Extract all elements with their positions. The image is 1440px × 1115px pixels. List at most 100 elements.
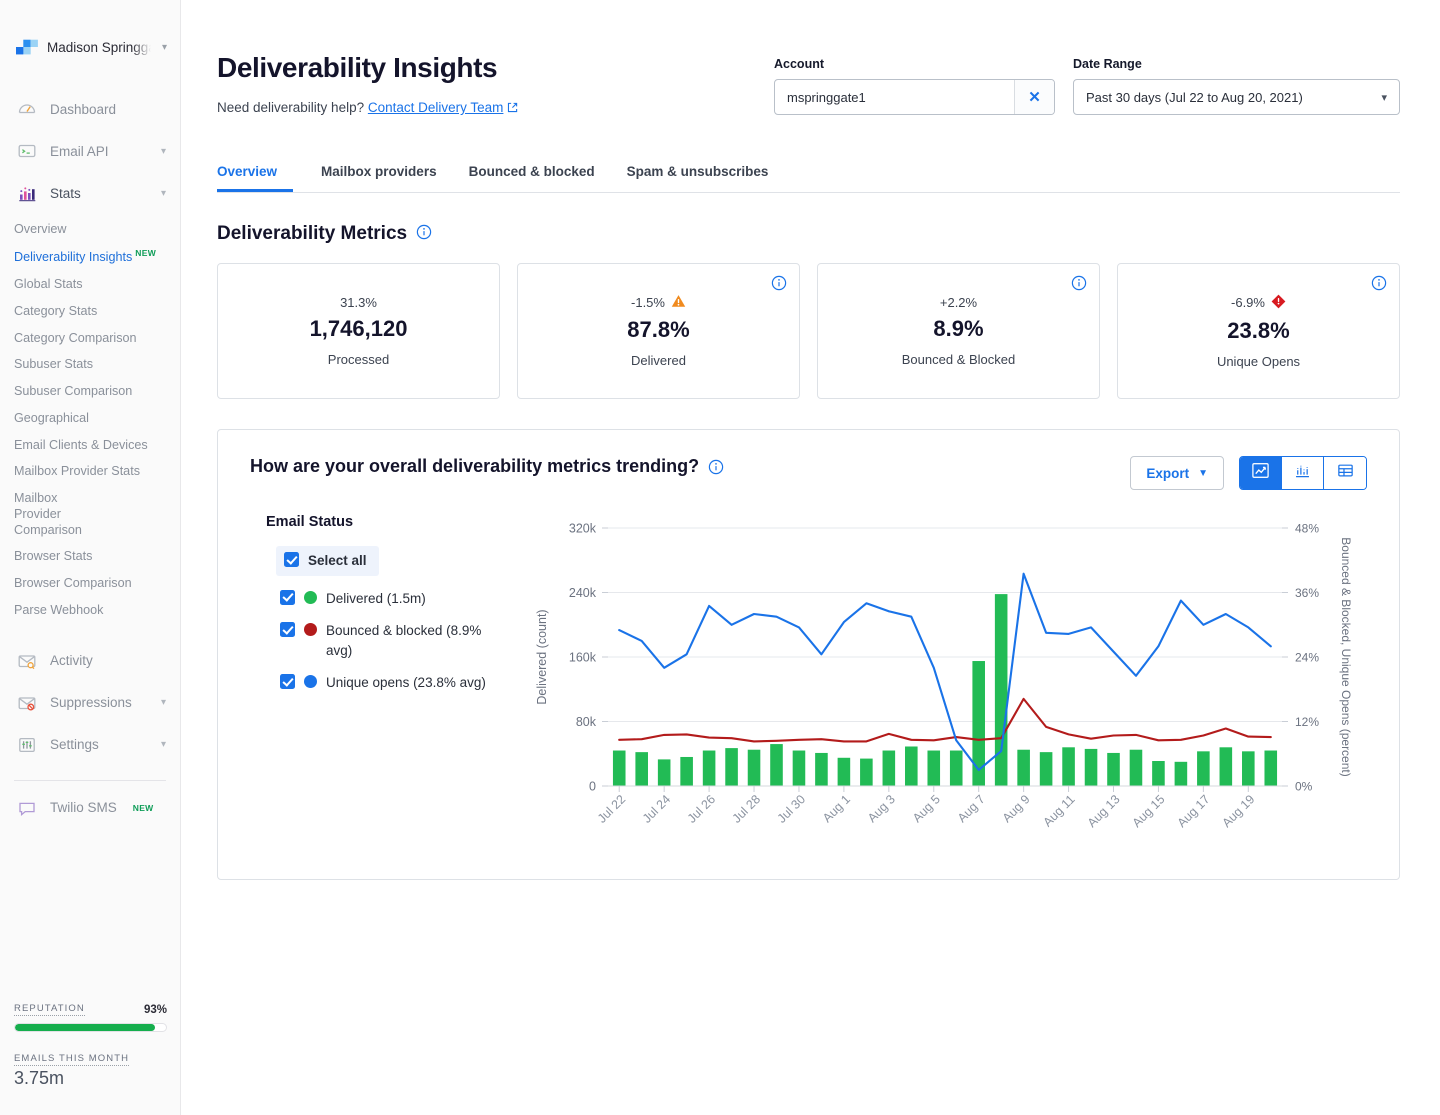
metric-delta: +2.2% — [940, 295, 977, 310]
metric-label: Unique Opens — [1217, 354, 1300, 369]
select-all-checkbox[interactable] — [284, 552, 299, 567]
close-icon[interactable]: ✕ — [1014, 80, 1054, 114]
legend-checkbox-bounced-blocked[interactable] — [280, 622, 295, 637]
sidebar-item-parse-webhook[interactable]: Parse Webhook — [0, 597, 180, 624]
sidebar-item-geographical[interactable]: Geographical — [0, 405, 180, 432]
sidebar-item-deliverability-insights[interactable]: Deliverability InsightsNEW — [0, 243, 180, 272]
sidebar-nav-primary: Dashboard Email API ▾ — [0, 88, 180, 829]
sidebar-sublabel: Parse Webhook — [14, 603, 103, 617]
tab-bounced-blocked[interactable]: Bounced & blocked — [453, 154, 611, 192]
sidebar-item-email-clients-devices[interactable]: Email Clients & Devices — [0, 432, 180, 459]
sidebar-item-overview[interactable]: Overview — [0, 216, 180, 243]
sidebar-label-dashboard: Dashboard — [50, 102, 166, 117]
legend-select-all[interactable]: Select all — [276, 546, 379, 576]
date-range-filter: Date Range Past 30 days (Jul 22 to Aug 2… — [1073, 57, 1400, 116]
date-range-select[interactable]: Past 30 days (Jul 22 to Aug 20, 2021) ▾ — [1073, 79, 1400, 115]
sidebar-item-mailbox-provider-stats[interactable]: Mailbox Provider Stats — [0, 459, 180, 486]
sidebar-item-activity[interactable]: Activity — [0, 640, 180, 682]
chart-legend: Email Status Select all Delivered (1.5m)… — [250, 514, 530, 849]
sidebar-item-suppressions[interactable]: Suppressions ▾ — [0, 682, 180, 724]
info-icon[interactable] — [708, 459, 724, 480]
x-axis-tick-label: Jul 22 — [595, 792, 629, 826]
legend-checkbox-delivered[interactable] — [280, 590, 295, 605]
metric-delta-value: 31.3% — [340, 295, 377, 310]
legend-item-unique-opens[interactable]: Unique opens (23.8% avg) — [280, 673, 530, 693]
reputation-value: 93% — [144, 1004, 167, 1016]
legend-checkbox-unique-opens[interactable] — [280, 674, 295, 689]
x-axis-tick-label: Jul 28 — [730, 792, 764, 826]
info-icon[interactable] — [416, 224, 432, 245]
bar-chart-view-button[interactable] — [1282, 457, 1324, 489]
chart-bar — [1152, 761, 1165, 786]
metrics-section-title: Deliverability Metrics — [217, 223, 407, 245]
x-axis-tick-label: Aug 13 — [1085, 792, 1123, 830]
sidebar-item-global-stats[interactable]: Global Stats — [0, 272, 180, 299]
trend-panel-title: How are your overall deliverability metr… — [250, 456, 699, 477]
sidebar-sublabel: Global Stats — [14, 277, 83, 291]
chart-bar — [703, 751, 716, 786]
trend-chart-svg: 080k160k240k320k0%12%24%36%48%Delivered … — [530, 514, 1360, 844]
sidebar-item-category-stats[interactable]: Category Stats — [0, 298, 180, 325]
sidebar-sublabel: Category Comparison — [14, 331, 137, 345]
metric-card-unique-opens: -6.9% 23.8% Unique Opens — [1117, 263, 1400, 399]
x-axis-tick-label: Aug 5 — [910, 792, 943, 825]
alert-diamond-icon — [1271, 294, 1286, 312]
chart-bar — [1040, 752, 1053, 786]
tab-spam-unsubscribes[interactable]: Spam & unsubscribes — [611, 154, 785, 192]
tab-label: Mailbox providers — [321, 164, 437, 179]
tab-bar: Overview Mailbox providers Bounced & blo… — [217, 154, 1400, 193]
table-view-button[interactable] — [1324, 457, 1366, 489]
chart-view-toggle — [1239, 456, 1367, 490]
sidebar-item-subuser-stats[interactable]: Subuser Stats — [0, 352, 180, 379]
chart-bar — [725, 748, 738, 786]
sidebar-divider — [14, 780, 166, 781]
brand-account-switcher[interactable]: Madison Springgate ▾ — [0, 0, 180, 58]
sidebar-item-browser-comparison[interactable]: Browser Comparison — [0, 570, 180, 597]
info-icon[interactable] — [1371, 275, 1387, 296]
x-axis-tick-label: Aug 17 — [1175, 792, 1213, 830]
sidebar-item-settings[interactable]: Settings ▾ — [0, 724, 180, 766]
emails-this-month-value: 3.75m — [14, 1068, 167, 1089]
chart-bar — [1220, 747, 1233, 786]
sidebar-item-email-api[interactable]: Email API ▾ — [0, 130, 180, 172]
chart-bar — [860, 759, 873, 786]
sidebar-item-browser-stats[interactable]: Browser Stats — [0, 544, 180, 571]
legend-item-bounced-blocked[interactable]: Bounced & blocked (8.9% avg) — [280, 621, 530, 660]
bar-chart-icon — [1293, 461, 1312, 485]
tab-overview[interactable]: Overview — [217, 154, 293, 192]
chevron-down-icon: ▾ — [161, 739, 166, 750]
info-icon[interactable] — [1071, 275, 1087, 296]
sidebar-item-twilio-sms[interactable]: Twilio SMS NEW — [0, 787, 180, 829]
chart-bar — [905, 746, 918, 786]
chart-bar — [793, 751, 806, 786]
sidebar-item-dashboard[interactable]: Dashboard — [0, 88, 180, 130]
chevron-down-icon: ▾ — [161, 146, 166, 157]
sidebar-item-stats[interactable]: Stats ▾ — [0, 172, 180, 214]
sidebar-sublabel: Deliverability Insights — [14, 250, 132, 264]
info-icon[interactable] — [771, 275, 787, 296]
chevron-down-icon: ▾ — [161, 697, 166, 708]
y2-axis-title: Bounced & Blocked, Unique Opens (percent… — [1339, 537, 1353, 776]
x-axis-tick-label: Aug 1 — [820, 792, 853, 825]
account-field[interactable]: ✕ — [774, 79, 1055, 115]
account-input[interactable] — [775, 80, 1014, 114]
legend-item-delivered[interactable]: Delivered (1.5m) — [280, 589, 530, 609]
contact-delivery-team-link[interactable]: Contact Delivery Team — [368, 100, 504, 115]
line-chart-view-button[interactable] — [1240, 457, 1282, 489]
y-axis-tick-label: 240k — [569, 586, 597, 600]
tab-mailbox-providers[interactable]: Mailbox providers — [305, 154, 453, 192]
sidebar-item-category-comparison[interactable]: Category Comparison — [0, 325, 180, 352]
sidebar-item-mailbox-provider-comparison[interactable]: Mailbox Provider Comparison — [0, 486, 120, 544]
terminal-icon — [17, 141, 37, 161]
sidebar-item-subuser-comparison[interactable]: Subuser Comparison — [0, 379, 180, 406]
chart-bar — [1107, 753, 1120, 786]
reputation-progress-fill — [15, 1024, 155, 1031]
export-button[interactable]: Export ▼ — [1130, 456, 1224, 490]
app-root: Madison Springgate ▾ Dashboard — [0, 0, 1440, 1115]
chart-bar — [1130, 750, 1143, 786]
chart-bar — [883, 751, 896, 786]
metric-value: 87.8% — [627, 317, 689, 343]
emails-this-month-label: EMAILS THIS MONTH — [14, 1053, 129, 1066]
page-header: Deliverability Insights Need deliverabil… — [181, 0, 1440, 116]
legend-color-dot-bounced-blocked — [304, 623, 317, 636]
